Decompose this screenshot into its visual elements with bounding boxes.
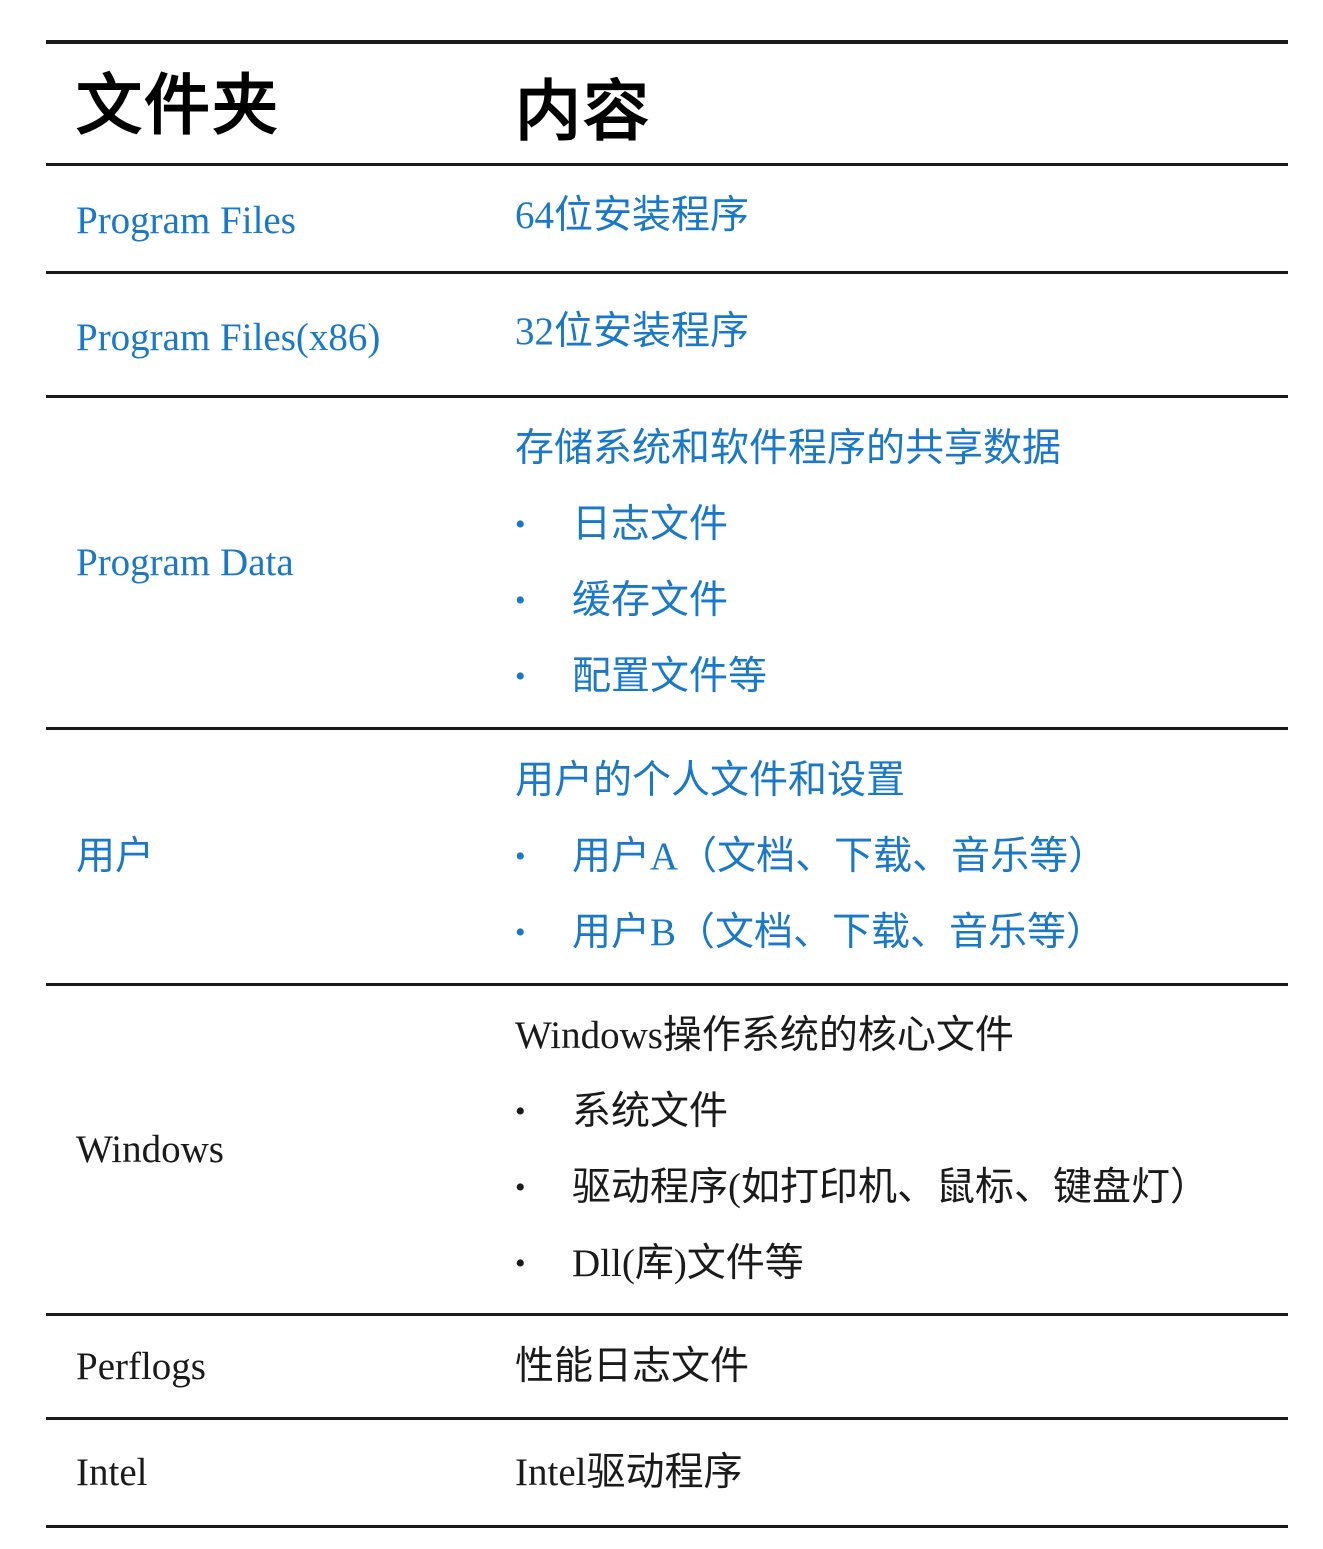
list-item-text: 用户A（文档、下载、音乐等） [572,834,1108,878]
table-row-perflogs: Perflogs 性能日志文件 [46,1316,1288,1420]
list-item: • 缓存文件 [515,563,1061,639]
bullet-icon: • [515,1246,526,1280]
content-text: 用户的个人文件和设置 [515,758,906,802]
list-item-text: 系统文件 [572,1089,729,1133]
list-item-text: 缓存文件 [572,578,729,622]
bullet-icon: • [515,583,526,617]
content-cell: 存储系统和软件程序的共享数据 • 日志文件 • 缓存文件 • 配置文件等 [515,398,1061,727]
table-header: 文件夹 内容 [46,40,1288,166]
header-folder: 文件夹 [76,66,280,144]
content-cell: Intel驱动程序 [515,1420,742,1525]
list-item-text: 日志文件 [572,502,729,546]
folder-name: Windows [76,1128,224,1171]
bullet-icon: • [515,839,526,873]
list-item-text: Dll(库)文件等 [572,1241,804,1285]
folder-name: Program Data [76,541,294,584]
content-text: Intel驱动程序 [515,1450,743,1494]
table-row-program-files-x86: Program Files(x86) 32位安装程序 [46,274,1288,398]
list-item: • 驱动程序(如打印机、鼠标、键盘灯） [515,1150,1209,1226]
bullet-icon: • [515,659,526,693]
folder-name: 用户 [76,835,155,878]
header-content: 内容 [515,72,651,150]
list-item-text: 驱动程序(如打印机、鼠标、键盘灯） [572,1165,1209,1209]
content-text: 存储系统和软件程序的共享数据 [515,426,1062,470]
table-row-program-data: Program Data 存储系统和软件程序的共享数据 • 日志文件 • 缓存文… [46,398,1288,730]
list-item-text: 配置文件等 [572,654,768,698]
table-row-intel: Intel Intel驱动程序 [46,1420,1288,1528]
table-row-program-files: Program Files 64位安装程序 [46,166,1288,274]
folder-name: Intel [76,1451,148,1494]
content-text: 32位安装程序 [515,309,750,353]
folder-table: 文件夹 内容 Program Files 64位安装程序 Program Fil… [46,40,1288,1528]
table-row-users: 用户 用户的个人文件和设置 • 用户A（文档、下载、音乐等） • 用户B（文档、… [46,730,1288,986]
list-item: • 用户B（文档、下载、音乐等） [515,895,1107,971]
content-text: 64位安装程序 [515,193,750,237]
table-row-windows: Windows Windows操作系统的核心文件 • 系统文件 • 驱动程序(如… [46,986,1288,1316]
content-cell: 用户的个人文件和设置 • 用户A（文档、下载、音乐等） • 用户B（文档、下载、… [515,730,1107,983]
bullet-icon: • [515,507,526,541]
bullet-icon: • [515,1170,526,1204]
list-item: • 配置文件等 [515,639,1061,715]
list-item: • 系统文件 [515,1074,1209,1150]
list-item: • 日志文件 [515,487,1061,563]
content-cell: 64位安装程序 [515,166,749,271]
folder-name: Program Files [76,199,296,242]
content-cell: Windows操作系统的核心文件 • 系统文件 • 驱动程序(如打印机、鼠标、键… [515,986,1209,1313]
content-cell: 32位安装程序 [515,274,749,395]
content-text: Windows操作系统的核心文件 [515,1013,1014,1057]
list-item: • 用户A（文档、下载、音乐等） [515,819,1107,895]
bullet-icon: • [515,1094,526,1128]
list-item-text: 用户B（文档、下载、音乐等） [572,910,1106,954]
list-item: • Dll(库)文件等 [515,1226,1209,1302]
bullet-icon: • [515,915,526,949]
folder-name: Perflogs [76,1345,206,1388]
content-text: 性能日志文件 [515,1344,750,1388]
content-cell: 性能日志文件 [515,1316,749,1417]
folder-name: Program Files(x86) [76,316,381,359]
